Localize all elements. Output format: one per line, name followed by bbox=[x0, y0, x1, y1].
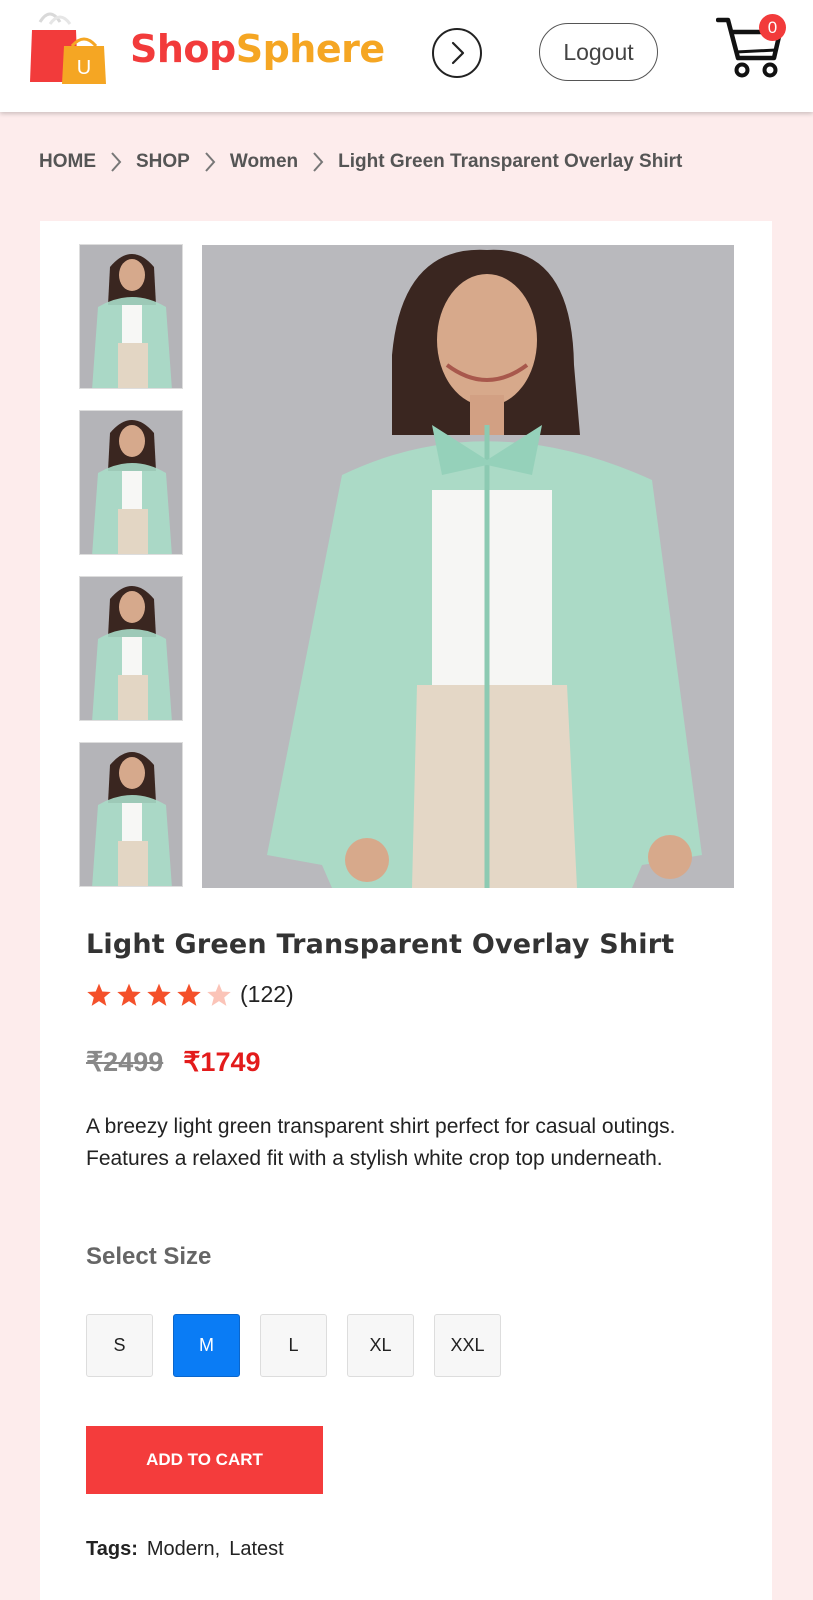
star-empty-icon bbox=[207, 983, 231, 1006]
star-filled-icon bbox=[147, 983, 171, 1006]
sale-price: ₹1749 bbox=[183, 1047, 261, 1077]
breadcrumb-shop[interactable]: SHOP bbox=[136, 151, 190, 173]
next-button[interactable] bbox=[432, 28, 482, 78]
breadcrumb-current: Light Green Transparent Overlay Shirt bbox=[338, 151, 683, 172]
size-label: Select Size bbox=[86, 1243, 212, 1270]
brand-logo-text[interactable]: ShopSphere bbox=[130, 27, 385, 71]
star-filled-icon bbox=[117, 983, 141, 1006]
original-price: ₹2499 bbox=[86, 1047, 164, 1077]
chevron-right-icon bbox=[451, 41, 465, 65]
breadcrumb-women[interactable]: Women bbox=[230, 151, 298, 173]
tag-separator: , bbox=[214, 1538, 221, 1560]
logout-button[interactable]: Logout bbox=[539, 23, 658, 81]
tag-link[interactable]: Modern bbox=[147, 1538, 215, 1561]
product-description: A breezy light green transparent shirt p… bbox=[86, 1115, 676, 1170]
chevron-right-icon bbox=[110, 151, 122, 173]
product-thumbnail[interactable] bbox=[79, 742, 183, 887]
brand-part-sphere: Sphere bbox=[235, 27, 385, 71]
product-card: Light Green Transparent Overlay Shirt (1… bbox=[40, 221, 772, 1600]
product-thumbnail[interactable] bbox=[79, 576, 183, 721]
price-block: ₹2499 ₹1749 bbox=[86, 1047, 261, 1078]
thumbnail-list bbox=[79, 244, 183, 908]
product-title: Light Green Transparent Overlay Shirt bbox=[86, 929, 675, 960]
size-option-m[interactable]: M bbox=[173, 1314, 240, 1377]
chevron-right-icon bbox=[312, 151, 324, 173]
size-option-xl[interactable]: XL bbox=[347, 1314, 414, 1377]
tag-link[interactable]: Latest bbox=[229, 1538, 283, 1561]
add-to-cart-button[interactable]: ADD TO CART bbox=[86, 1426, 323, 1494]
size-option-s[interactable]: S bbox=[86, 1314, 153, 1377]
size-selector: S M L XL XXL bbox=[86, 1314, 501, 1377]
product-thumbnail[interactable] bbox=[79, 410, 183, 555]
rating-stars bbox=[86, 982, 232, 1008]
size-option-xxl[interactable]: XXL bbox=[434, 1314, 501, 1377]
product-tags: Tags: Modern, Latest bbox=[86, 1538, 284, 1561]
star-filled-icon bbox=[177, 983, 201, 1006]
chevron-right-icon bbox=[204, 151, 216, 173]
cart-count-badge: 0 bbox=[759, 14, 786, 41]
product-main-image[interactable] bbox=[202, 245, 734, 888]
breadcrumb-home[interactable]: HOME bbox=[39, 151, 96, 173]
site-header: U ShopSphere Logout 0 bbox=[0, 0, 813, 112]
product-thumbnail[interactable] bbox=[79, 244, 183, 389]
product-rating: (122) bbox=[86, 981, 294, 1008]
star-filled-icon bbox=[87, 983, 111, 1006]
svg-text:U: U bbox=[77, 57, 91, 79]
tags-label: Tags: bbox=[86, 1538, 138, 1560]
size-option-l[interactable]: L bbox=[260, 1314, 327, 1377]
breadcrumb: HOME SHOP Women Light Green Transparent … bbox=[39, 151, 682, 173]
brand-part-shop: Shop bbox=[130, 27, 236, 71]
shopping-bags-icon[interactable]: U bbox=[30, 10, 108, 84]
rating-count: (122) bbox=[240, 981, 294, 1007]
